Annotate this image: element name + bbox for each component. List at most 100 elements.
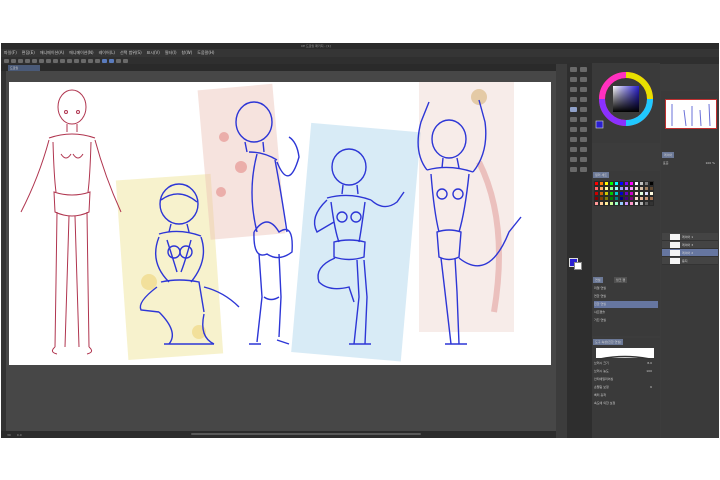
brush-size-row[interactable]: 브러시 크기 8.0: [594, 360, 658, 367]
snap-ruler-icon[interactable]: [102, 58, 107, 63]
subtool-tab-pencil[interactable]: 연필: [593, 277, 603, 283]
speed-correction-row[interactable]: 속도에 의한 보정: [594, 400, 658, 407]
layer-move-tool-icon[interactable]: [580, 77, 587, 82]
open-icon[interactable]: [11, 58, 16, 63]
settings-icon[interactable]: [123, 58, 128, 63]
layer-row-paper[interactable]: 용지: [662, 257, 718, 265]
layer-tab[interactable]: 레이어: [662, 152, 675, 158]
speed-correction-label: 속도에 의한 보정: [594, 401, 616, 405]
layer-row[interactable]: 레이어 1: [662, 233, 718, 241]
menu-animation-2[interactable]: 애니메이션(N): [69, 49, 94, 57]
decoration-tool-icon[interactable]: [580, 117, 587, 122]
undo-icon[interactable]: [25, 58, 30, 63]
ruler-tool-icon[interactable]: [570, 157, 577, 162]
menu-edit[interactable]: 편집(E): [22, 49, 35, 57]
lasso-icon[interactable]: [81, 58, 86, 63]
menu-file[interactable]: 파일(F): [4, 49, 17, 57]
color-set-tab[interactable]: 컬러 세트: [593, 172, 609, 178]
subtool-item-selected[interactable]: 진한 연필: [594, 301, 658, 308]
pen-tool-icon[interactable]: [580, 97, 587, 102]
text-tool-icon[interactable]: [580, 157, 587, 162]
sub-color-swatch[interactable]: [574, 262, 582, 270]
menu-selection[interactable]: 선택 범위(S): [120, 49, 142, 57]
reference-photo-1: [115, 173, 224, 361]
antialias-label: 안티에일리어싱: [594, 377, 614, 381]
zoom-tool-icon[interactable]: [570, 67, 577, 72]
layer-thumbnail: [670, 234, 680, 240]
move-tool-icon[interactable]: [580, 67, 587, 72]
stabilization-row[interactable]: 손떨림 보정 6: [594, 384, 658, 391]
subtool-item[interactable]: 연한 연필: [594, 293, 658, 300]
menu-help[interactable]: 도움말(H): [197, 49, 214, 57]
crop-icon[interactable]: [67, 58, 72, 63]
layer-row[interactable]: 레이어 3: [662, 241, 718, 249]
brush-tool-icon[interactable]: [580, 107, 587, 112]
fill-tool-icon[interactable]: [570, 137, 577, 142]
deselect-icon[interactable]: [53, 58, 58, 63]
color-palette-grid[interactable]: [594, 181, 654, 241]
ruler-icon[interactable]: [95, 58, 100, 63]
color-swatch[interactable]: [649, 201, 654, 206]
brush-size-value[interactable]: 8.0: [647, 360, 652, 367]
eraser-tool-icon[interactable]: [570, 127, 577, 132]
correct-line-tool-icon[interactable]: [580, 167, 587, 172]
snap-icon[interactable]: [88, 58, 93, 63]
snap-special-ruler-icon[interactable]: [109, 58, 114, 63]
menu-filter[interactable]: 필터(I): [165, 49, 177, 57]
subtool-item[interactable]: 리얼 연필: [594, 285, 658, 292]
clear-icon[interactable]: [39, 58, 44, 63]
new-icon[interactable]: [4, 58, 9, 63]
blend-mode-select[interactable]: 표준 100 %: [663, 160, 717, 167]
frame-tool-icon[interactable]: [580, 147, 587, 152]
layer-opacity-value[interactable]: 100 %: [705, 160, 715, 167]
pencil-tool-icon[interactable]: [570, 107, 577, 112]
fill-icon[interactable]: [74, 58, 79, 63]
layer-thumbnail: [670, 242, 680, 248]
menu-layer[interactable]: 레이어(L): [99, 49, 115, 57]
vector-snap-row[interactable]: 벡터 흡착: [594, 392, 658, 399]
blend-tool-icon[interactable]: [580, 127, 587, 132]
operation-tool-icon[interactable]: [570, 77, 577, 82]
subtool-tab-ink[interactable]: 잉크 펜: [614, 277, 628, 283]
status-bar: 30 0.0: [1, 431, 556, 438]
selection-tool-icon[interactable]: [570, 87, 577, 92]
angle-value[interactable]: 0.0: [17, 433, 22, 437]
opacity-row[interactable]: 브러시 농도 100: [594, 368, 658, 375]
layer-name: 레이어 3: [682, 243, 694, 247]
menu-view[interactable]: 표시(V): [147, 49, 160, 57]
antialias-row[interactable]: 안티에일리어싱: [594, 376, 658, 383]
sketch-artwork: [20, 82, 522, 362]
balloon-tool-icon[interactable]: [570, 167, 577, 172]
drawing-canvas[interactable]: [9, 82, 551, 365]
layer-thumbnail: [670, 250, 680, 256]
menu-animation[interactable]: 애니메이션(A): [40, 49, 64, 57]
redo-icon[interactable]: [32, 58, 37, 63]
horizontal-scrollbar[interactable]: [191, 433, 421, 435]
opacity-value[interactable]: 100: [646, 368, 652, 375]
navigator-preview[interactable]: [665, 99, 717, 129]
layer-panel: 레이어 표준 100 % 레이어 1 레이어 3 레이어 2 용지: [661, 151, 719, 438]
tool-property-panel: 도구 속성[진한 연필] 브러시 크기 8.0 브러시 농도 100 안티에일리…: [592, 338, 660, 438]
navigator-thumbnail: [671, 103, 711, 127]
airbrush-tool-icon[interactable]: [570, 117, 577, 122]
app-window: CE 드로잉 패키지 - [1] 파일(F) 편집(E) 애니메이션(A) 애니…: [1, 43, 719, 438]
invert-icon[interactable]: [60, 58, 65, 63]
subtool-item[interactable]: 샤프펜슬: [594, 309, 658, 316]
grid-icon[interactable]: [116, 58, 121, 63]
eyedropper-tool-icon[interactable]: [570, 97, 577, 102]
stabilization-value[interactable]: 6: [650, 384, 652, 391]
save-icon[interactable]: [18, 58, 23, 63]
color-wheel[interactable]: [592, 63, 660, 143]
layer-row-selected[interactable]: 레이어 2: [662, 249, 718, 257]
menu-window[interactable]: 창(W): [182, 49, 193, 57]
zoom-value[interactable]: 30: [7, 433, 11, 437]
gradient-tool-icon[interactable]: [580, 137, 587, 142]
navigator-panel: [661, 91, 719, 151]
vector-snap-label: 벡터 흡착: [594, 393, 606, 397]
color-wheel-panel: [592, 63, 660, 143]
transform-icon[interactable]: [46, 58, 51, 63]
auto-select-tool-icon[interactable]: [580, 87, 587, 92]
tool-property-tab[interactable]: 도구 속성[진한 연필]: [593, 339, 624, 345]
figure-tool-icon[interactable]: [570, 147, 577, 152]
subtool-item[interactable]: 거친 연필: [594, 317, 658, 324]
